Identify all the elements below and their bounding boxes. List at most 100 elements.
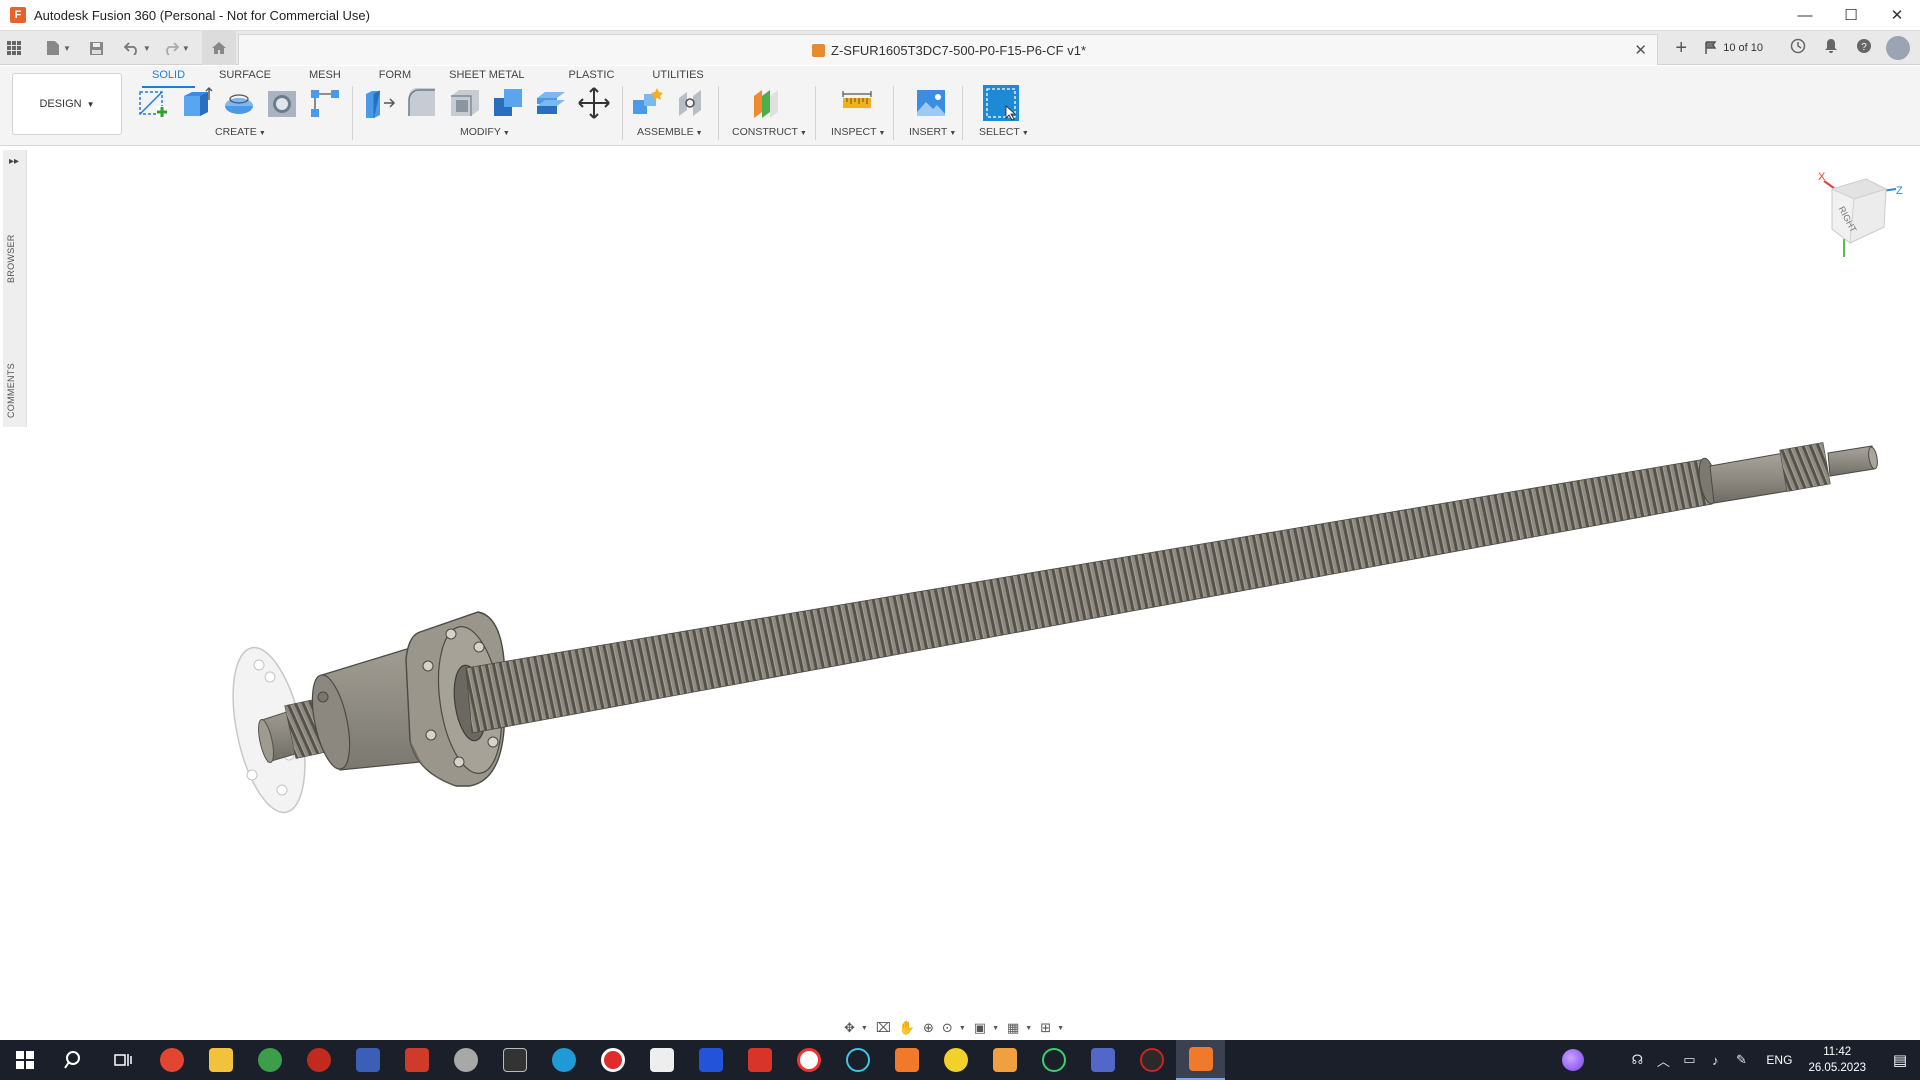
system-clock[interactable]: 11:42 26.05.2023 bbox=[1804, 1044, 1880, 1076]
assemble-menu[interactable]: ASSEMBLE ▼ bbox=[637, 126, 703, 138]
modify-menu[interactable]: MODIFY ▼ bbox=[460, 126, 510, 138]
fusion-taskbar-icon-active[interactable] bbox=[1176, 1040, 1225, 1080]
notifications-button[interactable] bbox=[1814, 38, 1847, 58]
save-button[interactable] bbox=[83, 35, 110, 61]
expand-browser-button[interactable]: ▸▸ bbox=[9, 156, 19, 167]
workspace-switcher[interactable]: DESIGN ▼ bbox=[12, 73, 122, 135]
insert-image-icon[interactable] bbox=[914, 86, 948, 120]
app-taskbar-icon-white[interactable] bbox=[637, 1040, 686, 1080]
grid-settings-icon[interactable]: ▦ bbox=[1005, 1020, 1021, 1036]
insert-menu[interactable]: INSERT ▼ bbox=[909, 126, 956, 138]
undo-button[interactable]: ▼ bbox=[118, 35, 157, 61]
start-button[interactable] bbox=[0, 1040, 49, 1080]
app-taskbar-icon-blue[interactable] bbox=[1078, 1040, 1127, 1080]
app-taskbar-icon-triangle[interactable] bbox=[490, 1040, 539, 1080]
separator bbox=[352, 86, 353, 140]
browser-tab[interactable]: BROWSER bbox=[6, 234, 16, 283]
app-taskbar-icon-disk[interactable] bbox=[343, 1040, 392, 1080]
notification-center-icon[interactable]: ▤ bbox=[1880, 1051, 1920, 1069]
zoom-icon[interactable]: ⊕ bbox=[921, 1020, 936, 1036]
new-tab-button[interactable]: + bbox=[1666, 37, 1696, 60]
app-taskbar-icon-green[interactable] bbox=[245, 1040, 294, 1080]
pattern-icon[interactable] bbox=[308, 86, 342, 120]
inspect-menu[interactable]: INSPECT ▼ bbox=[831, 126, 885, 138]
pan-hand-icon[interactable]: ✋ bbox=[897, 1020, 917, 1036]
fit-icon[interactable]: ⊙ bbox=[940, 1020, 955, 1036]
app-taskbar-icon-radiation[interactable] bbox=[931, 1040, 980, 1080]
measure-icon[interactable] bbox=[840, 86, 874, 120]
history-button[interactable] bbox=[1781, 38, 1814, 58]
3d-viewport[interactable]: ▸▸ BROWSER COMMENTS X Z RIGHT ✥ ▼ ⌧ ✋ ⊕ ⊙… bbox=[0, 147, 1920, 1040]
shell-icon[interactable] bbox=[448, 86, 482, 120]
data-panel-button[interactable] bbox=[0, 35, 28, 61]
new-component-icon[interactable] bbox=[630, 86, 664, 120]
tab-mesh[interactable]: MESH bbox=[309, 66, 341, 86]
record-taskbar-icon[interactable] bbox=[588, 1040, 637, 1080]
press-pull-icon[interactable] bbox=[362, 86, 396, 120]
close-tab-button[interactable]: ✕ bbox=[1634, 41, 1647, 59]
viewcube[interactable]: X Z RIGHT bbox=[1810, 167, 1910, 267]
explorer-taskbar-icon[interactable] bbox=[196, 1040, 245, 1080]
tab-form[interactable]: FORM bbox=[379, 66, 411, 86]
yandex-browser-taskbar-icon[interactable] bbox=[784, 1040, 833, 1080]
maximize-button[interactable]: ☐ bbox=[1828, 0, 1874, 31]
combine-icon[interactable] bbox=[491, 86, 525, 120]
language-indicator[interactable]: ENG bbox=[1754, 1053, 1804, 1067]
construct-menu[interactable]: CONSTRUCT ▼ bbox=[732, 126, 807, 138]
pen-icon[interactable]: ✎ bbox=[1728, 1052, 1754, 1068]
app-taskbar-icon-u[interactable] bbox=[1029, 1040, 1078, 1080]
chevron-up-icon[interactable]: ︿ bbox=[1650, 1051, 1676, 1070]
app-taskbar-icon-xo[interactable] bbox=[686, 1040, 735, 1080]
user-avatar[interactable] bbox=[1886, 36, 1910, 60]
joint-icon[interactable] bbox=[673, 86, 707, 120]
offset-plane-icon[interactable] bbox=[750, 86, 784, 120]
app-taskbar-icon-red[interactable] bbox=[294, 1040, 343, 1080]
app-taskbar-icon-c[interactable] bbox=[833, 1040, 882, 1080]
app-taskbar-icon-davinci[interactable] bbox=[1127, 1040, 1176, 1080]
yandex-taskbar-icon[interactable] bbox=[147, 1040, 196, 1080]
tab-surface[interactable]: SURFACE bbox=[219, 66, 271, 86]
offset-faces-icon[interactable] bbox=[534, 86, 568, 120]
extrude-icon[interactable] bbox=[179, 86, 213, 120]
tab-plastic[interactable]: PLASTIC bbox=[569, 66, 615, 86]
hole-icon[interactable] bbox=[265, 86, 299, 120]
ball-screw-model[interactable] bbox=[0, 147, 1920, 1040]
fusion-taskbar-icon-1[interactable] bbox=[882, 1040, 931, 1080]
app-taskbar-icon-gear[interactable] bbox=[441, 1040, 490, 1080]
look-at-icon[interactable]: ⌧ bbox=[874, 1020, 893, 1036]
network-icon[interactable]: ▭ bbox=[1676, 1052, 1702, 1068]
assistant-orb-icon[interactable] bbox=[1562, 1049, 1585, 1071]
select-icon[interactable] bbox=[982, 84, 1020, 122]
home-button[interactable] bbox=[201, 31, 236, 65]
move-icon[interactable] bbox=[577, 86, 611, 120]
comments-tab[interactable]: COMMENTS bbox=[6, 363, 16, 418]
tab-solid[interactable]: SOLID bbox=[141, 66, 196, 88]
document-tab[interactable]: Z-SFUR1605T3DC7-500-P0-F15-P6-CF v1* ✕ bbox=[238, 34, 1658, 65]
tab-sheet-metal[interactable]: SHEET METAL bbox=[449, 66, 524, 86]
app-taskbar-icon-stripes[interactable] bbox=[980, 1040, 1029, 1080]
search-button[interactable] bbox=[49, 1040, 98, 1080]
save-icon bbox=[89, 41, 103, 55]
select-menu[interactable]: SELECT ▼ bbox=[979, 126, 1029, 138]
help-button[interactable]: ? bbox=[1847, 38, 1880, 58]
edge-taskbar-icon[interactable] bbox=[539, 1040, 588, 1080]
create-sketch-icon[interactable] bbox=[136, 86, 170, 120]
close-window-button[interactable]: ✕ bbox=[1874, 0, 1920, 31]
fillet-icon[interactable] bbox=[405, 86, 439, 120]
volume-icon[interactable]: ♪ bbox=[1702, 1053, 1728, 1068]
threaded-screw-shaft[interactable] bbox=[465, 457, 1720, 734]
create-menu[interactable]: CREATE ▼ bbox=[215, 126, 266, 138]
orbit-icon[interactable]: ✥ bbox=[842, 1020, 857, 1036]
redo-button[interactable]: ▼ bbox=[157, 35, 196, 61]
minimize-button[interactable]: — bbox=[1782, 0, 1828, 31]
job-status-button[interactable]: 10 of 10 bbox=[1696, 41, 1781, 55]
display-settings-icon[interactable]: ▣ bbox=[972, 1020, 988, 1036]
app-taskbar-icon-fs[interactable] bbox=[392, 1040, 441, 1080]
file-menu-button[interactable]: ▼ bbox=[40, 35, 77, 61]
task-view-button[interactable] bbox=[98, 1040, 147, 1080]
tab-utilities[interactable]: UTILITIES bbox=[652, 66, 703, 86]
people-icon[interactable]: ☊ bbox=[1624, 1052, 1650, 1068]
revolve-icon[interactable] bbox=[222, 86, 256, 120]
viewports-icon[interactable]: ⊞ bbox=[1038, 1020, 1053, 1036]
app-taskbar-icon-dp[interactable] bbox=[735, 1040, 784, 1080]
